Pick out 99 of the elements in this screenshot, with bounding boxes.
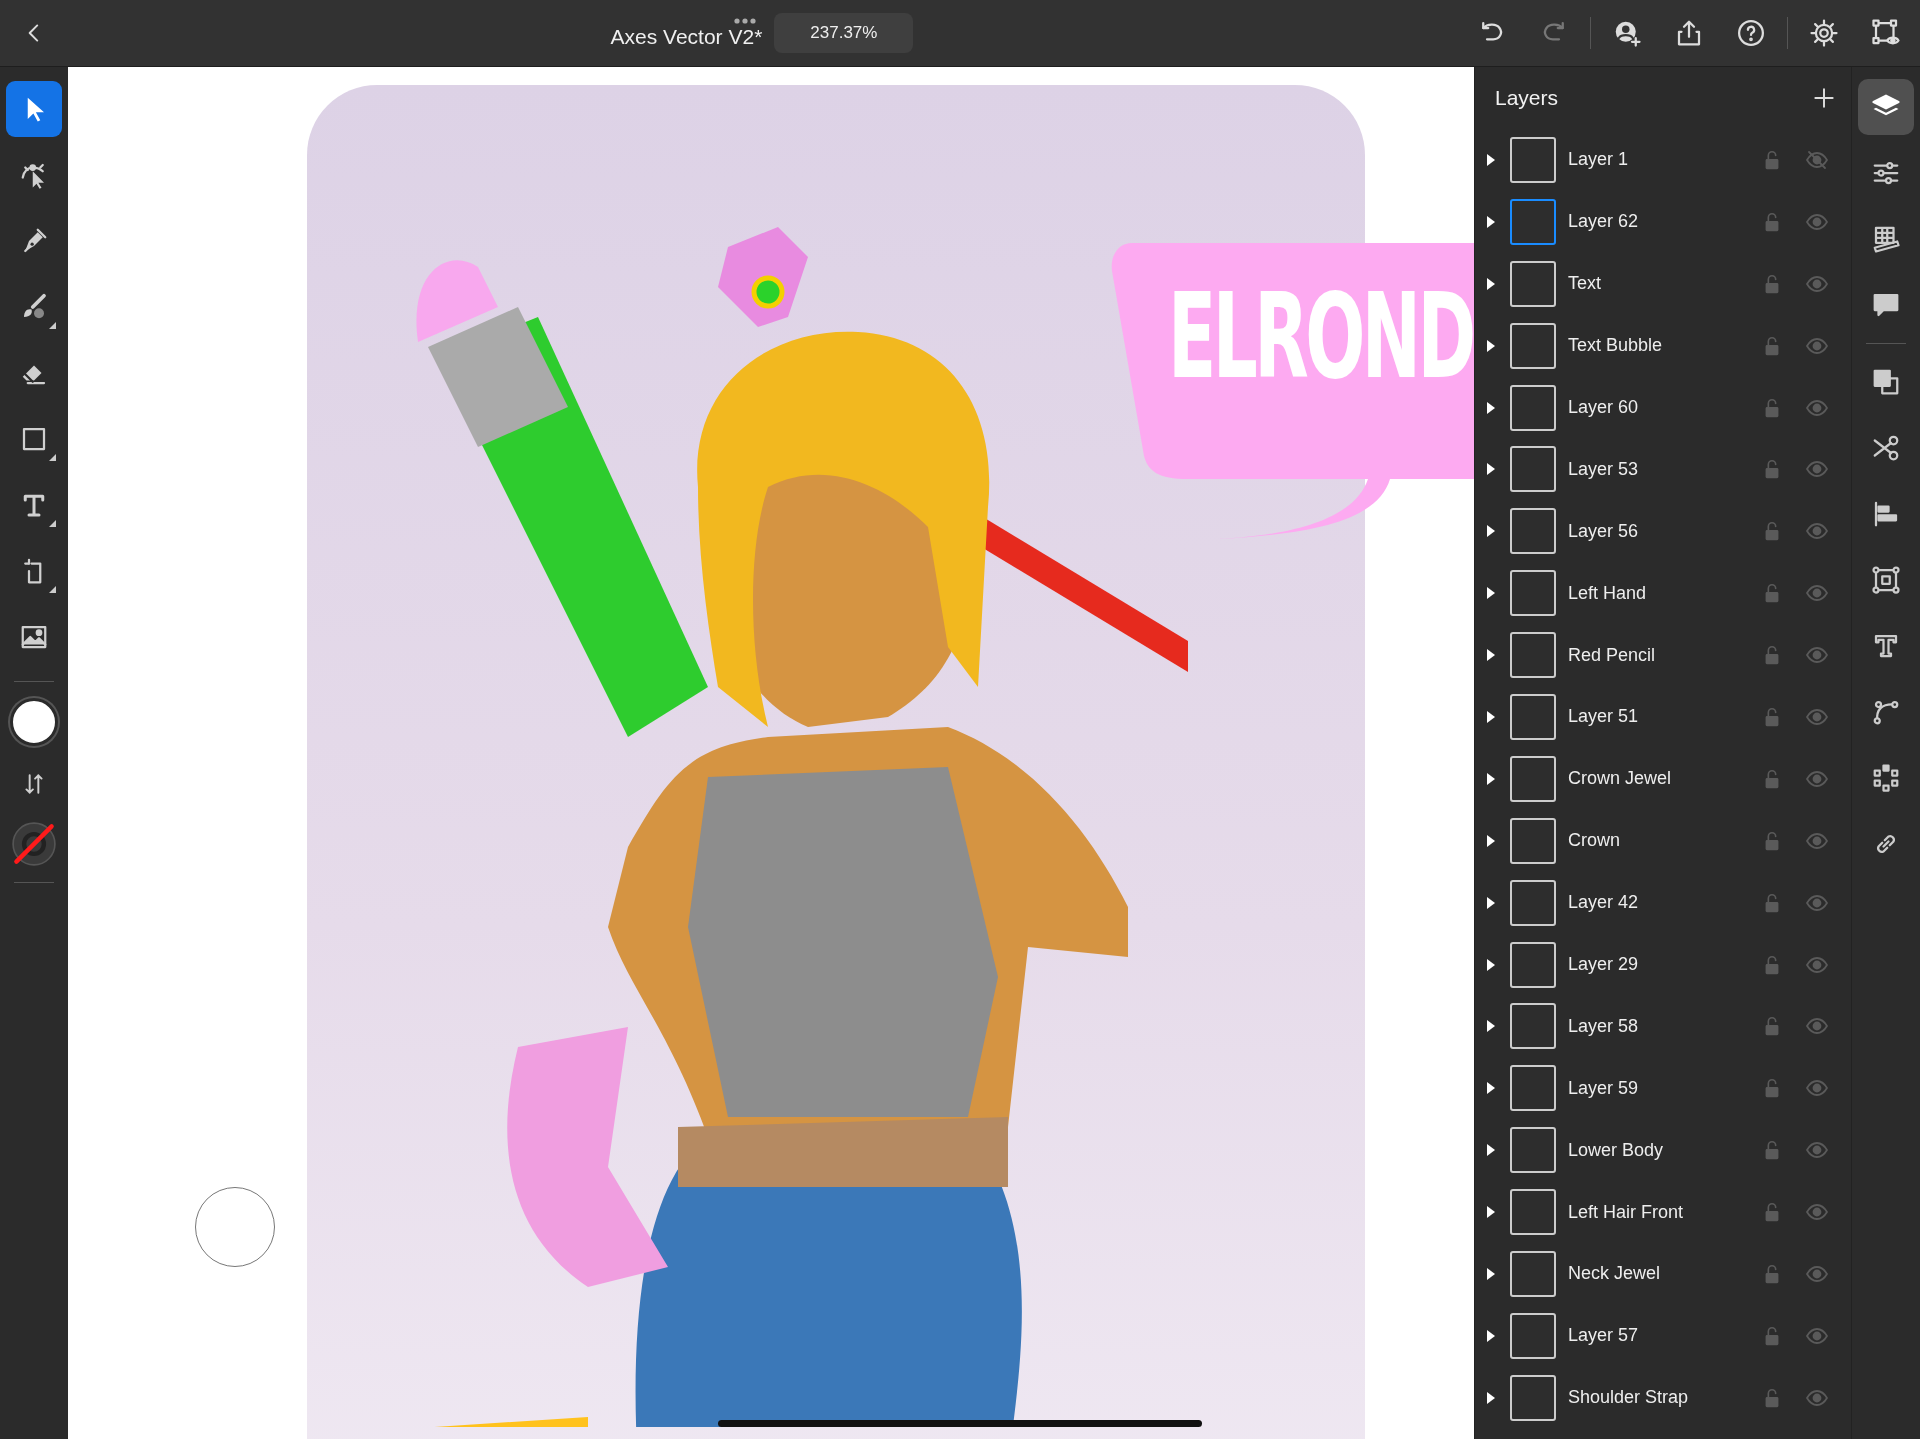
- layer-row[interactable]: Left Hand: [1475, 562, 1851, 625]
- layer-row[interactable]: Layer 60: [1475, 376, 1851, 439]
- layer-thumbnail[interactable]: [1510, 198, 1556, 245]
- layer-row[interactable]: Layer 56: [1475, 500, 1851, 563]
- layer-name: Red Pencil: [1568, 644, 1657, 666]
- repeat-grid-icon: [1871, 763, 1901, 793]
- layer-name: Shoulder Strap: [1568, 1387, 1690, 1409]
- layer-name: Neck Jewel: [1568, 1263, 1662, 1285]
- fill-color-swatch[interactable]: [10, 698, 58, 746]
- expand-icon[interactable]: [1486, 1266, 1496, 1281]
- layer-row[interactable]: Crown Jewel: [1475, 747, 1851, 810]
- layer-thumbnail[interactable]: [1510, 879, 1556, 926]
- document-title[interactable]: Axes Vector V2*: [610, 25, 763, 49]
- layer-thumbnail[interactable]: [1510, 260, 1556, 307]
- expand-icon[interactable]: [1486, 400, 1496, 415]
- layer-name: Layer 58: [1568, 1015, 1640, 1037]
- layer-row[interactable]: Left Hair Front: [1475, 1181, 1851, 1244]
- panel-button[interactable]: [1858, 79, 1914, 135]
- layer-thumbnail[interactable]: [1510, 755, 1556, 802]
- layer-thumbnail[interactable]: [1510, 1374, 1556, 1421]
- panel-title: Layers: [1495, 86, 1559, 110]
- layer-row[interactable]: Layer 59: [1475, 1057, 1851, 1120]
- expand-icon[interactable]: [1486, 338, 1496, 353]
- layer-name: Layer 29: [1568, 954, 1640, 975]
- layer-name: Layer 59: [1568, 1077, 1640, 1099]
- layer-name: Left Hair Front: [1568, 1201, 1685, 1223]
- layer-thumbnail[interactable]: [1510, 693, 1556, 740]
- layer-row[interactable]: Layer 57: [1475, 1304, 1851, 1367]
- expand-icon[interactable]: [1486, 586, 1496, 601]
- expand-icon[interactable]: [1486, 833, 1496, 848]
- layer-thumbnail[interactable]: [1510, 508, 1556, 555]
- transform-icon: [1871, 565, 1901, 595]
- expand-icon[interactable]: [1486, 214, 1496, 229]
- expand-icon[interactable]: [1486, 1205, 1496, 1220]
- layer-name: Layer 62: [1568, 211, 1640, 233]
- layer-row[interactable]: Layer 1: [1475, 129, 1851, 191]
- layer-thumbnail[interactable]: [1510, 1065, 1556, 1112]
- layer-name: Layer 42: [1568, 892, 1640, 914]
- settings-icon[interactable]: [1809, 18, 1839, 48]
- expand-icon[interactable]: [1486, 1081, 1496, 1096]
- layer-thumbnail[interactable]: [1510, 1250, 1556, 1297]
- expand-icon[interactable]: [1486, 709, 1496, 724]
- expand-icon[interactable]: [1486, 957, 1496, 972]
- bubble-text: ELROND: [1168, 277, 1473, 395]
- layer-thumbnail[interactable]: [1510, 1127, 1556, 1174]
- zoom-level[interactable]: 237.37%: [774, 13, 914, 53]
- layer-thumbnail[interactable]: [1510, 1312, 1556, 1359]
- expand-icon[interactable]: [1486, 152, 1496, 167]
- layer-name: Layer 57: [1568, 1325, 1640, 1347]
- expand-icon[interactable]: [1486, 1143, 1496, 1158]
- layer-row[interactable]: Layer 53: [1475, 438, 1851, 501]
- layer-thumbnail[interactable]: [1510, 632, 1556, 679]
- layer-row[interactable]: Crown: [1475, 809, 1851, 872]
- layer-row[interactable]: Layer 62: [1475, 190, 1851, 253]
- layer-name: Lower Body: [1568, 1139, 1665, 1161]
- layer-row[interactable]: Text Bubble: [1475, 314, 1851, 377]
- stroke-none-swatch[interactable]: [12, 822, 56, 866]
- layer-thumbnail[interactable]: [1510, 136, 1556, 183]
- layer-row[interactable]: Layer 42: [1475, 871, 1851, 934]
- expand-icon[interactable]: [1486, 462, 1496, 477]
- layer-row[interactable]: Layer 29: [1475, 933, 1851, 996]
- expand-icon[interactable]: [1486, 1328, 1496, 1343]
- expand-icon[interactable]: [1486, 648, 1496, 663]
- layer-name: Layer 51: [1568, 706, 1640, 728]
- layer-thumbnail[interactable]: [1510, 384, 1556, 431]
- layer-thumbnail[interactable]: [1510, 1189, 1556, 1236]
- arrange-icon: [1871, 367, 1901, 397]
- layer-thumbnail[interactable]: [1510, 817, 1556, 864]
- expand-icon[interactable]: [1486, 524, 1496, 539]
- expand-icon[interactable]: [1486, 895, 1496, 910]
- layer-name: Text: [1568, 273, 1602, 295]
- layer-thumbnail[interactable]: [1510, 1003, 1556, 1050]
- layer-row[interactable]: Lower Body: [1475, 1119, 1851, 1182]
- layer-thumbnail[interactable]: [1510, 446, 1556, 493]
- layer-row[interactable]: Layer 51: [1475, 686, 1851, 748]
- layer-row[interactable]: Shoulder Strap: [1475, 1366, 1851, 1429]
- layer-name: Left Hand: [1568, 582, 1648, 604]
- layer-name: Text Bubble: [1568, 335, 1664, 357]
- expand-icon[interactable]: [1486, 771, 1496, 786]
- tool-button[interactable]: [6, 81, 62, 137]
- layer-name: Layer 56: [1568, 520, 1640, 542]
- expand-icon[interactable]: [1486, 276, 1496, 291]
- help-icon[interactable]: [1736, 18, 1766, 48]
- layer-row[interactable]: Red Pencil: [1475, 624, 1851, 686]
- layer-row[interactable]: Text: [1475, 252, 1851, 315]
- scissors-icon: [1871, 433, 1901, 463]
- layer-name: Layer 53: [1568, 458, 1640, 480]
- layer-name: Crown: [1568, 830, 1621, 852]
- layer-name: Crown Jewel: [1568, 768, 1673, 790]
- layer-name: Layer 60: [1568, 397, 1640, 418]
- layer-row[interactable]: Layer 58: [1475, 995, 1851, 1058]
- expand-icon[interactable]: [1486, 1390, 1496, 1405]
- layer-name: Layer 1: [1568, 149, 1630, 171]
- layer-thumbnail[interactable]: [1510, 322, 1556, 369]
- layer-thumbnail[interactable]: [1510, 570, 1556, 617]
- layer-row[interactable]: Neck Jewel: [1475, 1243, 1851, 1305]
- grid-ruler-icon: [1871, 224, 1901, 254]
- expand-icon[interactable]: [1486, 1019, 1496, 1034]
- layer-thumbnail[interactable]: [1510, 941, 1556, 988]
